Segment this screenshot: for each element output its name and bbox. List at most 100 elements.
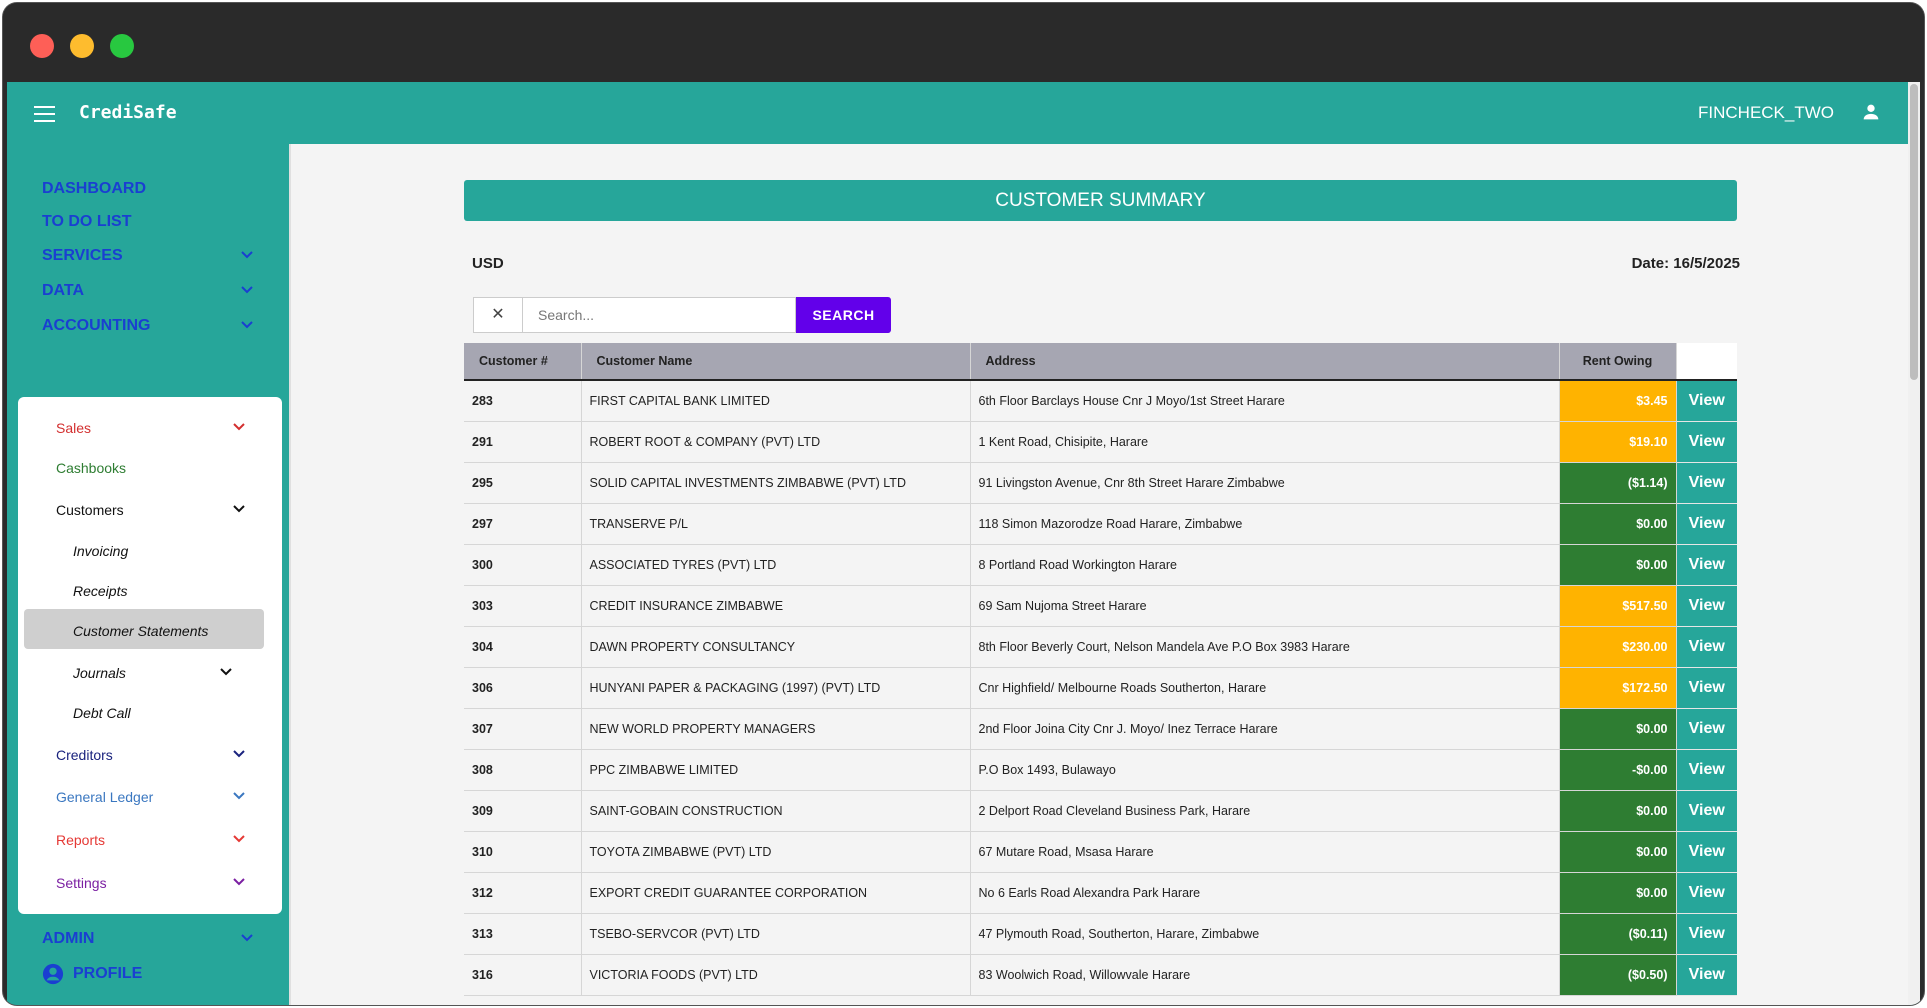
rent-owing-cell: $0.00: [1559, 872, 1677, 914]
table-header-row: Customer # Customer Name Address Rent Ow…: [464, 343, 1737, 381]
nav-accounting[interactable]: ACCOUNTING: [42, 317, 150, 335]
account-icon[interactable]: [1860, 101, 1882, 123]
customer-name-cell: DAWN PROPERTY CONSULTANCY: [581, 626, 971, 668]
table-row: 300 ASSOCIATED TYRES (PVT) LTD 8 Portland …: [464, 544, 1737, 586]
nav-services[interactable]: SERVICES: [42, 247, 123, 265]
chevron-down-icon[interactable]: [232, 832, 246, 846]
view-button[interactable]: View: [1676, 872, 1737, 914]
customer-name-cell: TOYOTA ZIMBABWE (PVT) LTD: [581, 831, 971, 873]
view-button[interactable]: View: [1676, 913, 1737, 955]
address-cell: 83 Woolwich Road, Willowvale Harare: [970, 954, 1560, 996]
chevron-down-icon[interactable]: [232, 502, 246, 516]
view-button[interactable]: View: [1676, 585, 1737, 627]
customer-number-cell: 300: [464, 544, 582, 586]
view-button[interactable]: View: [1676, 708, 1737, 750]
user-name[interactable]: FINCHECK_TWO: [1698, 103, 1834, 123]
address-cell: 2nd Floor Joina City Cnr J. Moyo/ Inez T…: [970, 708, 1560, 750]
table-body: 283 FIRST CAPITAL BANK LIMITED 6th Floor B…: [464, 380, 1737, 996]
table-row: 295 SOLID CAPITAL INVESTMENTS ZIMBABWE (P…: [464, 462, 1737, 504]
view-button[interactable]: View: [1676, 462, 1737, 504]
browser-window: CrediSafe FINCHECK_TWO DASHBOARD TO DO L…: [3, 3, 1924, 1005]
customer-number-cell: 307: [464, 708, 582, 750]
close-window-button[interactable]: [30, 34, 54, 58]
view-button[interactable]: View: [1676, 790, 1737, 832]
nav-data[interactable]: DATA: [42, 282, 84, 300]
scrollbar-thumb[interactable]: [1910, 84, 1918, 380]
customer-name-cell: CREDIT INSURANCE ZIMBABWE: [581, 585, 971, 627]
search-input[interactable]: [522, 297, 796, 333]
customer-name-cell: ROBERT ROOT & COMPANY (PVT) LTD: [581, 421, 971, 463]
view-button[interactable]: View: [1676, 380, 1737, 422]
chevron-down-icon[interactable]: [240, 931, 254, 945]
submenu-debt-call[interactable]: Debt Call: [73, 705, 131, 721]
address-cell: 67 Mutare Road, Msasa Harare: [970, 831, 1560, 873]
rent-owing-cell: $0.00: [1559, 544, 1677, 586]
customer-name-cell: FIRST CAPITAL BANK LIMITED: [581, 380, 971, 422]
chevron-down-icon[interactable]: [240, 318, 254, 332]
clear-search-button[interactable]: ✕: [473, 297, 523, 333]
chevron-down-icon[interactable]: [232, 420, 246, 434]
column-header-rent-owing[interactable]: Rent Owing: [1559, 343, 1677, 381]
chevron-down-icon[interactable]: [232, 747, 246, 761]
chevron-down-icon[interactable]: [232, 789, 246, 803]
view-button[interactable]: View: [1676, 421, 1737, 463]
rent-owing-cell: -$0.00: [1559, 749, 1677, 791]
rent-owing-cell: $19.10: [1559, 421, 1677, 463]
chevron-down-icon[interactable]: [219, 665, 233, 679]
address-cell: 2 Delport Road Cleveland Business Park, …: [970, 790, 1560, 832]
nav-admin[interactable]: ADMIN: [42, 930, 94, 948]
minimize-window-button[interactable]: [70, 34, 94, 58]
rent-owing-cell: ($0.50): [1559, 954, 1677, 996]
view-button[interactable]: View: [1676, 831, 1737, 873]
submenu-customers[interactable]: Customers: [56, 502, 124, 518]
view-button[interactable]: View: [1676, 954, 1737, 996]
submenu-settings[interactable]: Settings: [56, 875, 107, 891]
view-button[interactable]: View: [1676, 667, 1737, 709]
customer-name-cell: ASSOCIATED TYRES (PVT) LTD: [581, 544, 971, 586]
page-scrollbar[interactable]: [1908, 82, 1920, 1005]
search-button[interactable]: SEARCH: [796, 297, 891, 333]
hamburger-menu-icon[interactable]: [34, 106, 55, 122]
customer-name-cell: NEW WORLD PROPERTY MANAGERS: [581, 708, 971, 750]
maximize-window-button[interactable]: [110, 34, 134, 58]
column-header-customer-name[interactable]: Customer Name: [581, 343, 971, 381]
view-button[interactable]: View: [1676, 626, 1737, 668]
column-header-address[interactable]: Address: [970, 343, 1560, 381]
submenu-journals[interactable]: Journals: [73, 665, 126, 681]
chevron-down-icon[interactable]: [240, 248, 254, 262]
address-cell: Cnr Highfield/ Melbourne Roads Southerto…: [970, 667, 1560, 709]
view-button[interactable]: View: [1676, 749, 1737, 791]
table-row: 307 NEW WORLD PROPERTY MANAGERS 2nd Floor …: [464, 708, 1737, 750]
column-header-customer-number[interactable]: Customer #: [464, 343, 582, 381]
submenu-reports[interactable]: Reports: [56, 832, 105, 848]
nav-todo-list[interactable]: TO DO LIST: [42, 213, 131, 231]
nav-profile[interactable]: PROFILE: [73, 965, 142, 983]
window-titlebar: [3, 3, 1924, 82]
view-button[interactable]: View: [1676, 544, 1737, 586]
table-row: 309 SAINT-GOBAIN CONSTRUCTION 2 Delport Ro…: [464, 790, 1737, 832]
submenu-invoicing[interactable]: Invoicing: [73, 543, 128, 559]
currency-label: USD: [472, 255, 504, 272]
table-row: 283 FIRST CAPITAL BANK LIMITED 6th Floor B…: [464, 380, 1737, 422]
rent-owing-cell: $0.00: [1559, 503, 1677, 545]
submenu-creditors[interactable]: Creditors: [56, 747, 113, 763]
chevron-down-icon[interactable]: [240, 283, 254, 297]
submenu-cashbooks[interactable]: Cashbooks: [56, 460, 126, 476]
address-cell: 91 Livingston Avenue, Cnr 8th Street Har…: [970, 462, 1560, 504]
submenu-receipts[interactable]: Receipts: [73, 583, 127, 599]
table-row: 312 EXPORT CREDIT GUARANTEE CORPORATION No…: [464, 872, 1737, 914]
nav-dashboard[interactable]: DASHBOARD: [42, 180, 146, 198]
app-brand: CrediSafe: [79, 102, 177, 123]
table-row: 316 VICTORIA FOODS (PVT) LTD 83 Woolwich R…: [464, 954, 1737, 996]
customer-table-panel: ✕ SEARCH Customer # Customer Name Addres…: [464, 284, 1737, 1005]
view-button[interactable]: View: [1676, 503, 1737, 545]
chevron-down-icon[interactable]: [232, 875, 246, 889]
rent-owing-cell: $3.45: [1559, 380, 1677, 422]
customer-name-cell: SAINT-GOBAIN CONSTRUCTION: [581, 790, 971, 832]
submenu-sales[interactable]: Sales: [56, 420, 91, 436]
submenu-customer-statements[interactable]: Customer Statements: [73, 623, 208, 639]
profile-icon[interactable]: [42, 963, 64, 985]
customer-number-cell: 304: [464, 626, 582, 668]
customer-name-cell: SOLID CAPITAL INVESTMENTS ZIMBABWE (PVT)…: [581, 462, 971, 504]
submenu-general-ledger[interactable]: General Ledger: [56, 789, 153, 805]
